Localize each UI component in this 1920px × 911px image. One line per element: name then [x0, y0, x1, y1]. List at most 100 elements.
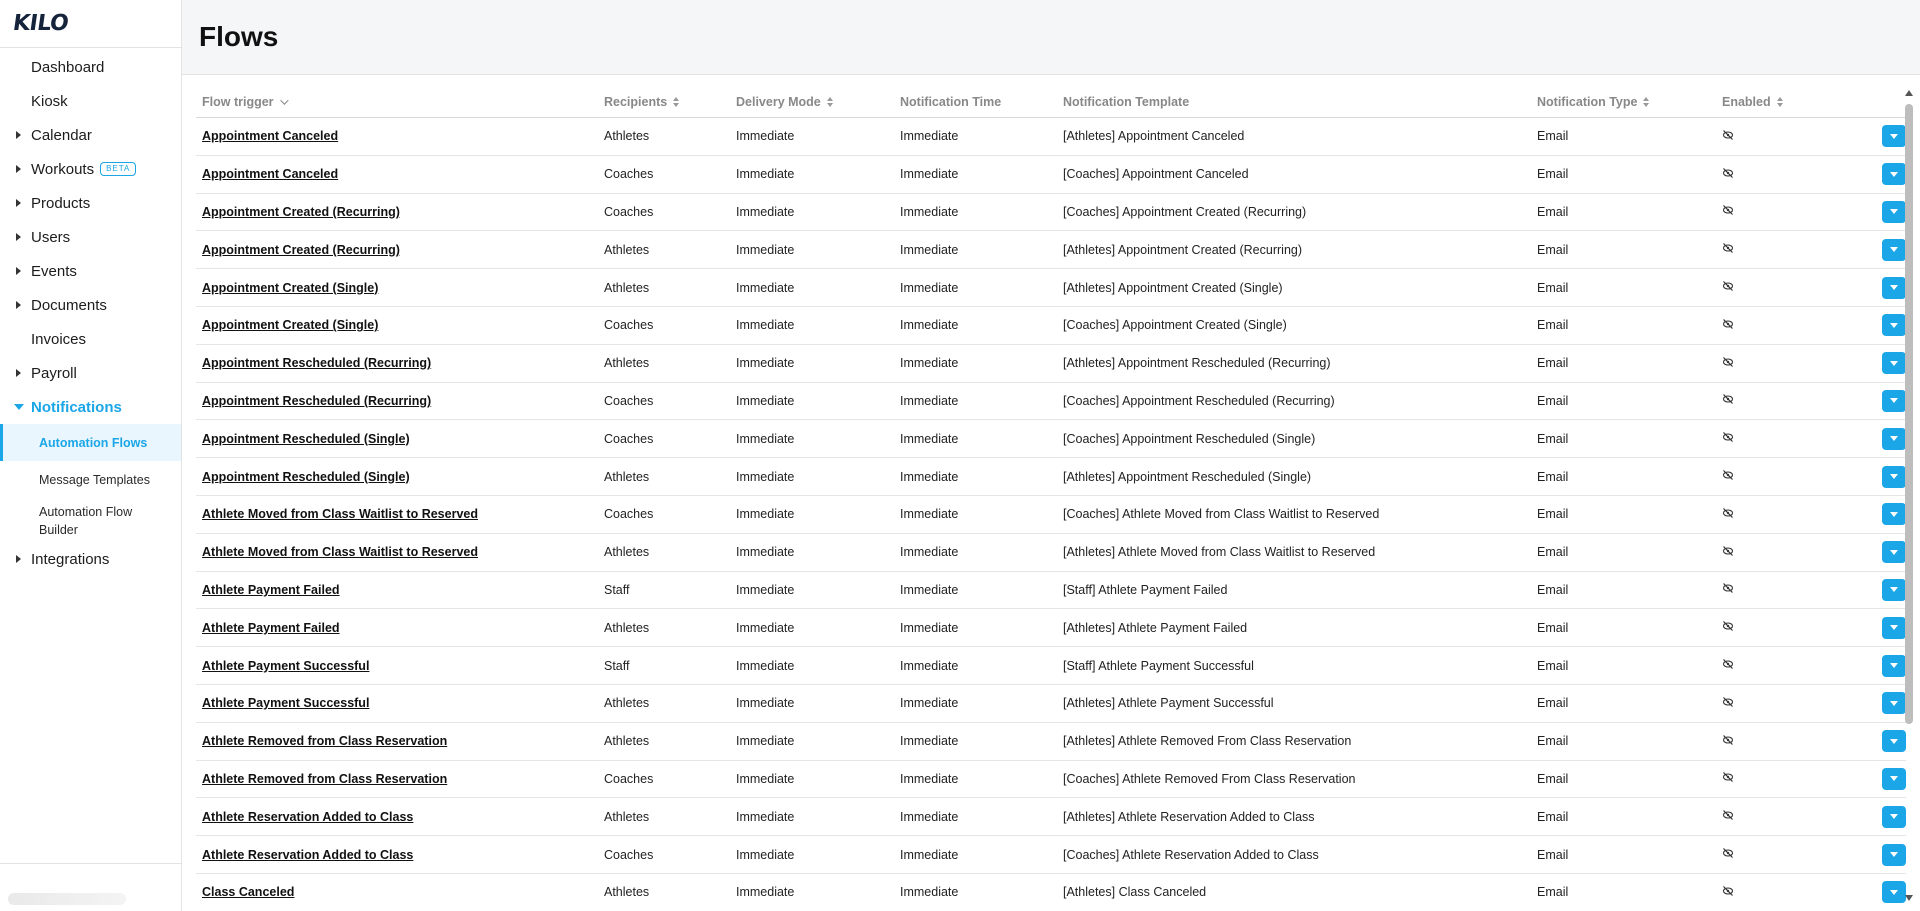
flow-trigger-link[interactable]: Athlete Moved from Class Waitlist to Res… [202, 545, 478, 559]
cell-enabled [1716, 582, 1856, 597]
flow-trigger-link[interactable]: Appointment Created (Single) [202, 318, 378, 332]
sidebar-item-dashboard[interactable]: Dashboard [0, 50, 181, 84]
cell-enabled [1716, 129, 1856, 144]
eye-slash-icon[interactable] [1722, 582, 1734, 594]
eye-slash-icon[interactable] [1722, 431, 1734, 443]
row-actions-dropdown-button[interactable] [1882, 767, 1906, 790]
row-actions-dropdown-button[interactable] [1882, 541, 1906, 564]
row-actions-dropdown-button[interactable] [1882, 503, 1906, 526]
eye-slash-icon[interactable] [1722, 771, 1734, 783]
eye-slash-icon[interactable] [1722, 204, 1734, 216]
flow-trigger-link[interactable]: Athlete Payment Successful [202, 659, 369, 673]
sidebar-subitem-automation-flow-builder[interactable]: Automation Flow Builder [0, 498, 181, 542]
eye-slash-icon[interactable] [1722, 129, 1734, 141]
sidebar-item-label: Events [31, 262, 77, 280]
eye-slash-icon[interactable] [1722, 809, 1734, 821]
scroll-up-arrow-icon[interactable] [1905, 90, 1913, 96]
row-actions-dropdown-button[interactable] [1882, 465, 1906, 488]
row-actions-dropdown-button[interactable] [1882, 805, 1906, 828]
row-actions-dropdown-button[interactable] [1882, 352, 1906, 375]
flow-trigger-link[interactable]: Appointment Rescheduled (Recurring) [202, 394, 431, 408]
row-actions-dropdown-button[interactable] [1882, 843, 1906, 866]
flow-trigger-link[interactable]: Athlete Payment Successful [202, 696, 369, 710]
row-actions-dropdown-button[interactable] [1882, 314, 1906, 337]
eye-slash-icon[interactable] [1722, 469, 1734, 481]
eye-slash-icon[interactable] [1722, 507, 1734, 519]
eye-slash-icon[interactable] [1722, 847, 1734, 859]
cell-notification-time: Immediate [900, 431, 959, 446]
row-actions-dropdown-button[interactable] [1882, 578, 1906, 601]
sidebar-item-users[interactable]: Users [0, 220, 181, 254]
sidebar-item-documents[interactable]: Documents [0, 288, 181, 322]
flow-trigger-link[interactable]: Athlete Payment Failed [202, 621, 340, 635]
kilo-logo[interactable]: KILO [11, 11, 70, 36]
eye-slash-icon[interactable] [1722, 167, 1734, 179]
scroll-down-arrow-icon[interactable] [1905, 895, 1913, 901]
eye-slash-icon[interactable] [1722, 393, 1734, 405]
eye-slash-icon[interactable] [1722, 696, 1734, 708]
eye-slash-icon[interactable] [1722, 545, 1734, 557]
sidebar-item-notifications[interactable]: Notifications [0, 390, 181, 424]
row-actions-dropdown-button[interactable] [1882, 730, 1906, 753]
header-notification-type[interactable]: Notification Type [1531, 95, 1716, 109]
row-actions-dropdown-button[interactable] [1882, 163, 1906, 186]
row-actions-dropdown-button[interactable] [1882, 654, 1906, 677]
flow-trigger-link[interactable]: Appointment Rescheduled (Recurring) [202, 356, 431, 370]
scroll-thumb[interactable] [1905, 104, 1913, 724]
flow-trigger-link[interactable]: Appointment Created (Recurring) [202, 205, 400, 219]
flow-trigger-link[interactable]: Appointment Canceled [202, 129, 338, 143]
cell-notification-template: [Athletes] Appointment Created (Recurrin… [1063, 242, 1303, 257]
flow-trigger-link[interactable]: Appointment Created (Single) [202, 281, 378, 295]
header-recipients[interactable]: Recipients [598, 95, 730, 109]
header-delivery-mode[interactable]: Delivery Mode [730, 95, 894, 109]
flow-trigger-link[interactable]: Appointment Canceled [202, 167, 338, 181]
sidebar-subitem-automation-flows[interactable]: Automation Flows [0, 424, 181, 461]
sidebar-subitem-message-templates[interactable]: Message Templates [0, 461, 181, 498]
sidebar-item-integrations[interactable]: Integrations [0, 542, 181, 576]
header-flow-trigger[interactable]: Flow trigger [196, 95, 598, 109]
row-actions-dropdown-button[interactable] [1882, 125, 1906, 148]
row-actions-dropdown-button[interactable] [1882, 427, 1906, 450]
eye-slash-icon[interactable] [1722, 318, 1734, 330]
eye-slash-icon[interactable] [1722, 734, 1734, 746]
sidebar-item-events[interactable]: Events [0, 254, 181, 288]
flow-trigger-link[interactable]: Athlete Reservation Added to Class [202, 848, 413, 862]
flow-trigger-link[interactable]: Appointment Rescheduled (Single) [202, 432, 410, 446]
flow-trigger-link[interactable]: Athlete Payment Failed [202, 583, 340, 597]
sidebar-item-calendar[interactable]: Calendar [0, 118, 181, 152]
flow-trigger-link[interactable]: Appointment Rescheduled (Single) [202, 470, 410, 484]
eye-slash-icon[interactable] [1722, 620, 1734, 632]
sidebar-item-payroll[interactable]: Payroll [0, 356, 181, 390]
flow-trigger-link[interactable]: Class Canceled [202, 885, 294, 899]
eye-slash-icon[interactable] [1722, 242, 1734, 254]
flow-trigger-link[interactable]: Appointment Created (Recurring) [202, 243, 400, 257]
row-actions-dropdown-button[interactable] [1882, 238, 1906, 261]
row-actions-dropdown-button[interactable] [1882, 616, 1906, 639]
cell-enabled [1716, 734, 1856, 749]
flow-trigger-link[interactable]: Athlete Removed from Class Reservation [202, 772, 447, 786]
sidebar-item-products[interactable]: Products [0, 186, 181, 220]
row-actions-dropdown-button[interactable] [1882, 692, 1906, 715]
user-avatar-blurred[interactable] [8, 893, 126, 905]
flow-trigger-link[interactable]: Athlete Moved from Class Waitlist to Res… [202, 507, 478, 521]
sidebar-item-invoices[interactable]: Invoices [0, 322, 181, 356]
cell-enabled [1716, 318, 1856, 333]
flow-trigger-link[interactable]: Athlete Removed from Class Reservation [202, 734, 447, 748]
sidebar-item-kiosk[interactable]: Kiosk [0, 84, 181, 118]
row-actions-dropdown-button[interactable] [1882, 276, 1906, 299]
vertical-scrollbar[interactable] [1904, 88, 1914, 903]
eye-slash-icon[interactable] [1722, 885, 1734, 897]
sidebar-item-workouts[interactable]: Workouts BETA [0, 152, 181, 186]
row-actions-dropdown-button[interactable] [1882, 200, 1906, 223]
eye-slash-icon[interactable] [1722, 658, 1734, 670]
header-enabled[interactable]: Enabled [1716, 95, 1856, 109]
eye-slash-icon[interactable] [1722, 356, 1734, 368]
row-actions-dropdown-button[interactable] [1882, 881, 1906, 904]
eye-slash-icon[interactable] [1722, 280, 1734, 292]
cell-notification-time: Immediate [900, 318, 959, 333]
sidebar-item-label: Products [31, 194, 91, 212]
table-row: Appointment Created (Single) Coaches Immed… [196, 307, 1906, 345]
flow-trigger-link[interactable]: Athlete Reservation Added to Class [202, 810, 413, 824]
row-actions-dropdown-button[interactable] [1882, 389, 1906, 412]
table-row: Appointment Created (Recurring) Athletes I… [196, 231, 1906, 270]
